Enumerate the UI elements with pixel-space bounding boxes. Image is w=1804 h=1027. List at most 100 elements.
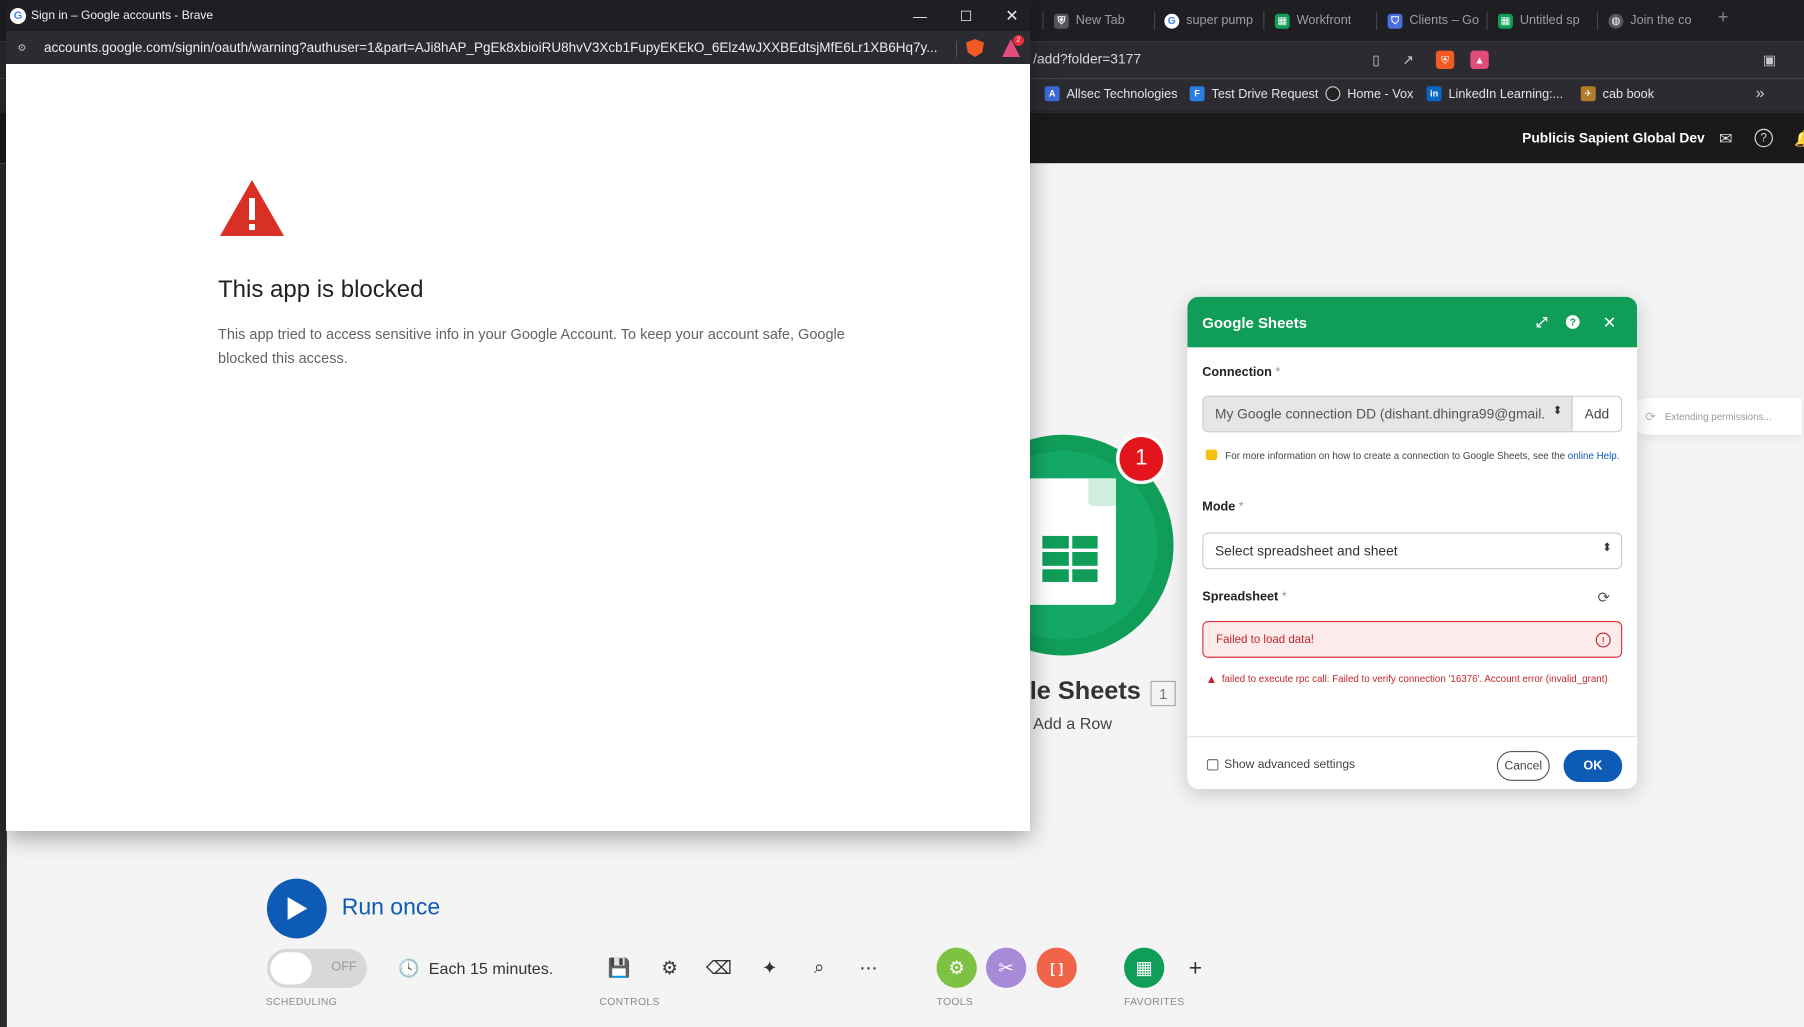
tab-label: Workfront (1296, 13, 1352, 28)
refresh-icon[interactable]: ⟳ (1595, 589, 1613, 607)
error-message-text: failed to execute rpc call: Failed to ve… (1221, 672, 1608, 685)
info-text: For more information on how to create a … (1225, 449, 1566, 462)
favorites-google-sheets-icon[interactable]: ▦ (1124, 947, 1165, 988)
close-window-icon[interactable]: ✕ (1001, 5, 1023, 27)
brave-rewards-icon[interactable]: ▲ (1470, 50, 1489, 70)
show-advanced-settings-checkbox[interactable]: Show advanced settings (1206, 758, 1355, 772)
online-help-link[interactable]: online Help. (1568, 450, 1620, 462)
play-icon (287, 897, 308, 921)
spreadsheet-field[interactable]: Failed to load data! ! (1202, 621, 1623, 658)
expand-icon[interactable]: ⤢ (1531, 312, 1552, 333)
module-title: le Sheets (1029, 676, 1141, 705)
scheduling-label: SCHEDULING (265, 995, 338, 1008)
bookmark-home-vox[interactable]: Home - Vox (1325, 86, 1413, 102)
shield-icon: ⛉ (1387, 13, 1403, 29)
maximize-icon[interactable]: ☐ (955, 5, 977, 27)
run-once-label[interactable]: Run once (342, 895, 441, 921)
search-icon[interactable]: ⌕ (805, 955, 833, 983)
bookmark-test-drive[interactable]: F Test Drive Request (1189, 86, 1319, 102)
bookmark-favicon-icon: A (1044, 86, 1060, 102)
scheduling-toggle[interactable]: OFF (266, 948, 368, 988)
required-marker: * (1238, 500, 1244, 515)
help-icon[interactable]: ? (1565, 315, 1580, 329)
save-icon[interactable]: 💾 (605, 955, 633, 983)
tab-workfront[interactable]: ▦ Workfront (1274, 8, 1374, 33)
eraser-icon[interactable]: ⌫ (705, 955, 733, 983)
google-icon: G (1164, 13, 1180, 29)
sidebar-icon[interactable]: ▣ (1760, 51, 1778, 69)
info-note-icon (1205, 449, 1218, 461)
sheets-icon: ▦ (1497, 13, 1513, 29)
required-marker: * (1281, 589, 1287, 604)
tab-clients[interactable]: ⛉ Clients – Go (1387, 8, 1485, 33)
share-icon[interactable]: ↗ (1399, 51, 1417, 69)
required-marker: * (1275, 365, 1281, 380)
tab-separator (1153, 11, 1156, 30)
minimize-icon[interactable]: — (909, 5, 931, 27)
linkedin-icon: in (1426, 86, 1442, 102)
schedule-setting[interactable]: 🕓 Each 15 minutes. (398, 958, 553, 979)
mode-label: Mode * (1202, 500, 1243, 514)
mode-select[interactable]: Select spreadsheet and sheet ⬍ (1202, 532, 1623, 570)
bookmark-label: Test Drive Request (1211, 86, 1319, 101)
connection-select[interactable]: My Google connection DD (dishant.dhingra… (1202, 395, 1573, 433)
magic-wand-icon[interactable]: ✦ (756, 955, 784, 983)
tools-flow-control-icon[interactable]: ✂ (985, 947, 1027, 988)
run-once-button[interactable] (266, 878, 327, 939)
ok-button[interactable]: OK (1563, 749, 1623, 783)
module-operations-badge[interactable]: 1 (1115, 433, 1167, 485)
warning-triangle-icon: ▲ (1205, 673, 1218, 687)
bookmark-favicon-icon (1325, 86, 1341, 102)
feedback-icon[interactable]: ✉ (1714, 127, 1737, 150)
tools-label: TOOLS (936, 995, 974, 1008)
clipboard-icon[interactable]: ▯ (1367, 51, 1385, 69)
help-icon[interactable]: ? (1754, 128, 1773, 148)
tab-super-pump[interactable]: G super pump (1164, 8, 1261, 33)
popup-window: G Sign in – Google accounts - Brave — ☐ … (6, 0, 1030, 831)
extending-text: Extending permissions... (1665, 410, 1772, 423)
connection-info-note: For more information on how to create a … (1205, 446, 1620, 464)
notifications-icon[interactable]: 🔔 (1792, 127, 1804, 150)
address-url[interactable]: /add?folder=3177 (1033, 51, 1141, 67)
bookmark-label: LinkedIn Learning:... (1448, 86, 1564, 101)
tools-settings-icon[interactable]: ⚙ (936, 947, 977, 988)
bookmark-linkedin-learning[interactable]: in LinkedIn Learning:... (1426, 86, 1564, 102)
dialog-header: Google Sheets ⤢ ? ✕ (1187, 296, 1638, 348)
tab-separator (1263, 11, 1265, 30)
close-icon[interactable]: ✕ (1599, 312, 1620, 333)
more-bookmarks-icon[interactable]: » (1756, 83, 1765, 101)
google-icon: G (10, 8, 26, 24)
spreadsheet-label-text: Spreadsheet (1202, 589, 1279, 604)
new-tab-plus-icon[interactable]: + (1718, 8, 1729, 29)
checkbox-box[interactable] (1206, 759, 1219, 771)
organization-name[interactable]: Publicis Sapient Global Dev (1522, 130, 1705, 146)
bookmark-favicon-icon: F (1189, 86, 1205, 102)
tab-label: Clients – Go (1409, 13, 1480, 28)
sheets-grid-icon (1042, 535, 1098, 582)
spreadsheet-label: Spreadsheet * (1202, 590, 1286, 604)
globe-icon: ◍ (1608, 13, 1624, 29)
popup-address-bar: ⚙ accounts.google.com/signin/oauth/warni… (6, 31, 1030, 64)
brave-shields-icon[interactable]: ⛨ (1435, 50, 1455, 70)
google-sheets-dialog: Google Sheets ⤢ ? ✕ Connection * My Googl… (1187, 296, 1638, 789)
tab-untitled-spreadsheet[interactable]: ▦ Untitled sp (1497, 8, 1595, 33)
spreadsheet-error-value: Failed to load data! (1216, 633, 1314, 646)
cancel-button[interactable]: Cancel (1496, 750, 1550, 781)
more-options-icon[interactable]: ⋯ (855, 955, 883, 983)
favorites-label: FAVORITES (1124, 995, 1185, 1008)
tab-new-tab[interactable]: ⛨ New Tab (1053, 8, 1153, 33)
dialog-title: Google Sheets (1202, 313, 1308, 331)
toggle-knob (270, 952, 312, 985)
popup-url[interactable]: accounts.google.com/signin/oauth/warning… (44, 40, 944, 55)
tools-text-parser-icon[interactable]: [ ] (1036, 947, 1077, 988)
site-info-icon[interactable]: ⚙ (15, 41, 29, 55)
bookmark-allsec[interactable]: A Allsec Technologies (1044, 86, 1177, 102)
brave-shields-icon[interactable] (966, 39, 984, 57)
spinner-icon: ⟳ (1645, 409, 1656, 424)
blocked-message: This app tried to access sensitive info … (218, 327, 845, 367)
add-favorite-plus-icon[interactable]: + (1182, 955, 1210, 983)
settings-gear-icon[interactable]: ⚙ (656, 955, 684, 983)
add-connection-button[interactable]: Add (1572, 395, 1623, 433)
tab-join-the-conversation[interactable]: ◍ Join the co (1608, 8, 1705, 33)
bookmark-cab-book[interactable]: ✈ cab book (1580, 86, 1654, 102)
